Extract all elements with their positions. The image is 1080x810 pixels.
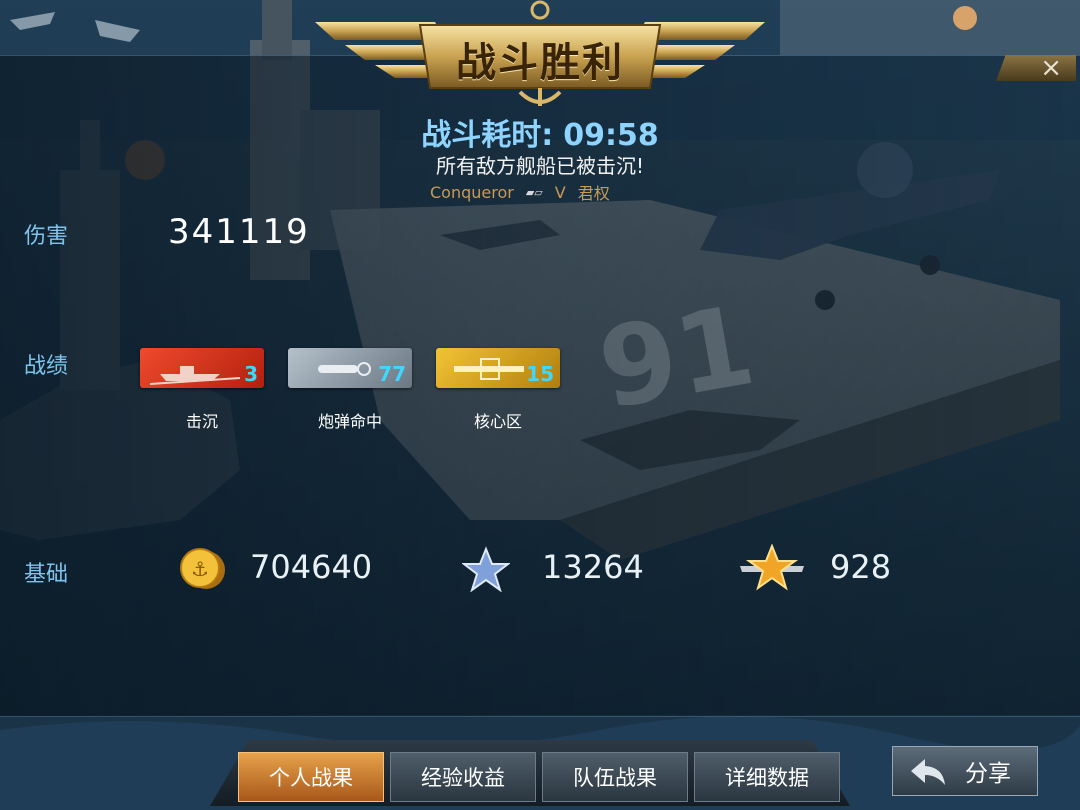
- player-info: Conqueror ▰▱ V 君权: [430, 180, 610, 204]
- commander-xp-icon: [740, 544, 804, 591]
- sunk-count: 3: [244, 362, 258, 386]
- battle-victory-screen: 91: [0, 0, 1080, 810]
- flag-icon: ▰▱: [525, 185, 543, 199]
- ship-name: 君权: [577, 184, 610, 203]
- commander-xp-value: 928: [830, 548, 892, 586]
- result-message: 所有敌方舰船已被击沉!: [435, 154, 645, 178]
- citadel-label: 核心区: [473, 412, 522, 431]
- citadel-count: 15: [526, 362, 554, 386]
- ship-rank: V: [554, 182, 566, 202]
- share-label: 分享: [965, 761, 1011, 787]
- share-button[interactable]: 分享: [892, 746, 1038, 796]
- tab-experience-gains[interactable]: 经验收益: [390, 752, 536, 802]
- citadel-medal[interactable]: 15: [436, 348, 560, 388]
- shell-hit-count: 77: [378, 362, 406, 386]
- coin-icon: ⚓: [180, 548, 225, 589]
- battle-duration-value: 09:58: [563, 118, 659, 153]
- shell-hit-label: 炮弹命中: [317, 412, 382, 431]
- tab-detailed-data[interactable]: 详细数据: [694, 752, 840, 802]
- experience-value: 13264: [542, 548, 644, 586]
- victory-title: 战斗胜利: [456, 40, 624, 86]
- tab-personal-results[interactable]: 个人战果: [238, 752, 384, 802]
- svg-text:⚓: ⚓: [191, 557, 209, 581]
- shell-hit-medal[interactable]: 77: [288, 348, 412, 388]
- battle-duration-label: 战斗耗时:: [421, 118, 554, 153]
- damage-label: 伤害: [24, 224, 69, 249]
- coins-value: 704640: [250, 548, 373, 586]
- battle-duration: 战斗耗时: 09:58: [0, 110, 1080, 154]
- victory-title-badge: 战斗胜利: [315, 0, 765, 110]
- close-icon: ×: [1040, 53, 1062, 83]
- share-arrow-icon: [911, 759, 945, 785]
- tab-team-results[interactable]: 队伍战果: [542, 752, 688, 802]
- sunk-medal[interactable]: 3: [140, 348, 264, 388]
- experience-star-icon: [462, 546, 510, 592]
- record-label: 战绩: [24, 354, 69, 379]
- sunk-label: 击沉: [185, 412, 218, 431]
- base-label: 基础: [24, 562, 69, 587]
- close-button[interactable]: ×: [996, 55, 1076, 81]
- damage-value: 341119: [168, 212, 310, 252]
- player-name: Conqueror: [430, 182, 514, 202]
